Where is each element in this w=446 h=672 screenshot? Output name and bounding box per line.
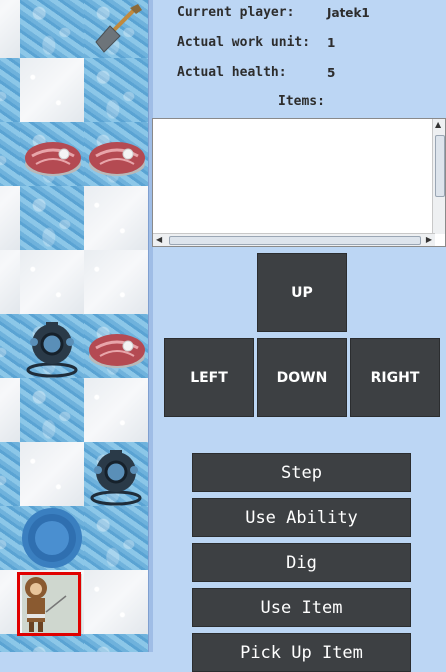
control-panel: Current player: Jatek1 Actual work unit:…	[152, 0, 446, 672]
snow-tile[interactable]	[84, 186, 148, 250]
scroll-left-icon[interactable]: ◀	[156, 235, 162, 244]
step-button[interactable]: Step	[192, 453, 411, 492]
diving-suit-icon	[90, 450, 142, 506]
ice-tile[interactable]	[20, 186, 84, 250]
scroll-thumb[interactable]	[169, 236, 421, 245]
scroll-thumb[interactable]	[435, 135, 445, 197]
ice-tile[interactable]	[84, 634, 148, 652]
ice-tile[interactable]	[0, 314, 20, 378]
health-label: Actual health:	[177, 65, 287, 80]
items-label: Items:	[278, 94, 325, 109]
ice-tile[interactable]	[20, 378, 84, 442]
snow-tile[interactable]	[84, 378, 148, 442]
selected-tile-highlight	[17, 572, 81, 636]
meat-icon	[89, 142, 145, 176]
pick-up-item-button[interactable]: Pick Up Item	[192, 633, 411, 672]
snow-tile[interactable]	[84, 570, 148, 634]
game-board	[0, 0, 149, 652]
scroll-right-icon[interactable]: ▶	[426, 235, 432, 244]
snow-tile[interactable]	[20, 250, 84, 314]
snow-tile[interactable]	[20, 442, 84, 506]
items-list[interactable]: ▲ ◀ ▶	[152, 118, 446, 247]
hole-icon	[22, 508, 82, 568]
health-value: 5	[327, 66, 336, 80]
work-unit-value: 1	[327, 36, 336, 50]
up-button[interactable]: UP	[257, 253, 347, 332]
right-button[interactable]: RIGHT	[350, 338, 440, 417]
snow-tile[interactable]	[20, 58, 84, 122]
snow-tile[interactable]	[0, 0, 20, 58]
dig-button[interactable]: Dig	[192, 543, 411, 582]
diving-suit-icon	[26, 322, 78, 378]
down-button[interactable]: DOWN	[257, 338, 347, 417]
ice-tile[interactable]	[0, 58, 20, 122]
ice-tile[interactable]	[0, 442, 20, 506]
work-unit-label: Actual work unit:	[177, 35, 311, 50]
left-button[interactable]: LEFT	[164, 338, 254, 417]
scroll-up-icon[interactable]: ▲	[435, 120, 441, 129]
ice-tile[interactable]	[0, 634, 20, 652]
current-player-value: Jatek1	[327, 6, 370, 20]
ice-tile[interactable]	[84, 58, 148, 122]
ice-tile[interactable]	[20, 0, 84, 58]
shovel-icon	[95, 4, 142, 53]
snow-tile[interactable]	[0, 378, 20, 442]
use-ability-button[interactable]: Use Ability	[192, 498, 411, 537]
use-item-button[interactable]: Use Item	[192, 588, 411, 627]
items-horizontal-scrollbar[interactable]: ◀ ▶	[153, 233, 435, 246]
meat-icon	[89, 334, 145, 368]
items-vertical-scrollbar[interactable]: ▲	[432, 119, 445, 234]
current-player-label: Current player:	[177, 5, 295, 20]
snow-tile[interactable]	[0, 250, 20, 314]
meat-icon	[25, 142, 81, 176]
ice-tile[interactable]	[0, 122, 20, 186]
snow-tile[interactable]	[0, 186, 20, 250]
ice-tile[interactable]	[20, 634, 84, 652]
snow-tile[interactable]	[84, 250, 148, 314]
ice-tile[interactable]	[84, 506, 148, 570]
ice-tile[interactable]	[0, 506, 20, 570]
